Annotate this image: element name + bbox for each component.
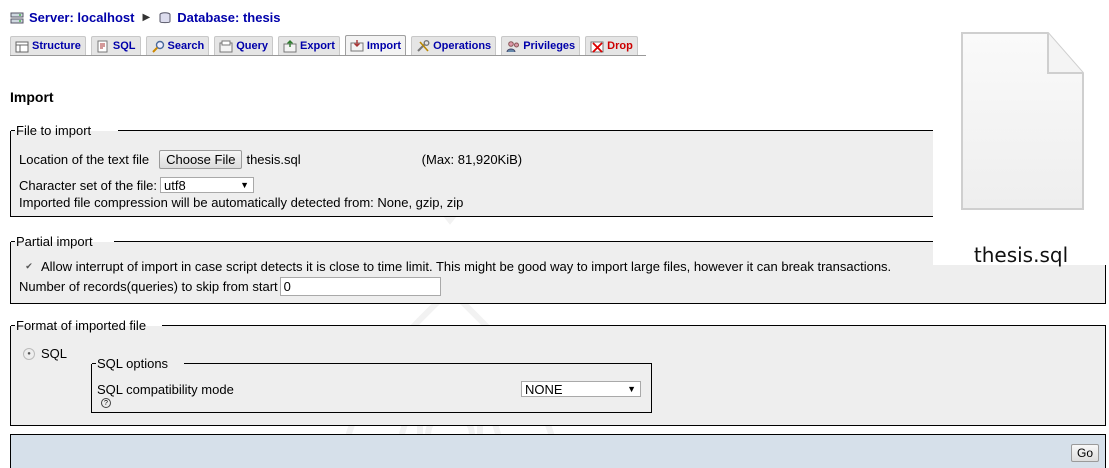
choose-file-button[interactable]: Choose File [159, 150, 243, 169]
tab-structure[interactable]: Structure [10, 36, 86, 55]
partial-import-legend: Partial import [16, 234, 93, 249]
sql-options-fieldset: SQL options SQL compatibility mode ? NON… [91, 356, 652, 413]
allow-interrupt-checkbox[interactable]: ✔ [23, 261, 35, 273]
database-icon [159, 11, 171, 23]
sql-radio[interactable]: ● [23, 347, 35, 360]
breadcrumb-server[interactable]: Server: localhost [29, 10, 135, 25]
compat-mode-label: SQL compatibility mode [97, 382, 234, 397]
tab-bar: Structure SQL Search Query Export Import… [10, 35, 646, 56]
location-label: Location of the text file [19, 152, 150, 167]
help-icon[interactable]: ? [101, 398, 111, 408]
file-preview-name: thesis.sql [973, 243, 1069, 267]
breadcrumb: Server: localhost ▶ Database: thesis [10, 10, 281, 25]
compression-note: Imported file compression will be automa… [19, 195, 464, 210]
query-icon [219, 40, 233, 52]
search-icon [151, 40, 164, 53]
max-size-label: (Max: 81,920KiB) [421, 152, 523, 167]
sql-options-legend: SQL options [97, 356, 169, 371]
chevron-down-icon: ▼ [627, 384, 636, 394]
drop-icon [590, 41, 604, 53]
submit-bar: Go [10, 434, 1106, 468]
document-icon [961, 32, 1084, 210]
tab-privileges[interactable]: Privileges [501, 36, 581, 55]
structure-icon [15, 41, 29, 52]
file-preview: thesis.sql [933, 29, 1109, 267]
charset-select[interactable]: utf8 ▼ [160, 177, 255, 193]
format-fieldset: Format of imported file ● SQL SQL option… [10, 318, 1106, 426]
server-icon [10, 12, 24, 23]
tab-sql[interactable]: SQL [90, 36, 141, 55]
breadcrumb-database[interactable]: Database: thesis [177, 10, 280, 25]
file-to-import-legend: File to import [16, 123, 92, 138]
compat-mode-value: NONE [525, 381, 563, 397]
charset-select-value: utf8 [164, 177, 186, 193]
compat-mode-select[interactable]: NONE ▼ [521, 381, 641, 397]
sql-radio-label: SQL [41, 346, 68, 361]
sql-icon [97, 40, 108, 52]
privileges-icon [506, 40, 520, 52]
chevron-down-icon: ▼ [240, 180, 250, 190]
operations-icon [417, 39, 430, 52]
import-icon [350, 40, 364, 52]
skip-records-input[interactable]: 0 [279, 277, 441, 296]
tab-search[interactable]: Search [145, 36, 210, 55]
tab-export[interactable]: Export [278, 36, 340, 55]
page-title: Import [10, 89, 54, 105]
allow-interrupt-label: Allow interrupt of import in case script… [41, 259, 892, 274]
go-button[interactable]: Go [1070, 444, 1099, 462]
format-legend: Format of imported file [16, 318, 147, 333]
tab-operations[interactable]: Operations [411, 36, 497, 55]
breadcrumb-separator-icon: ▶ [142, 12, 151, 23]
tab-drop[interactable]: Drop [585, 36, 638, 55]
export-icon [283, 39, 297, 52]
charset-label: Character set of the file: [19, 177, 158, 193]
selected-file-name: thesis.sql [246, 152, 301, 167]
skip-records-label: Number of records(queries) to skip from … [19, 279, 278, 294]
tab-query[interactable]: Query [214, 36, 274, 55]
tab-import[interactable]: Import [344, 35, 407, 55]
